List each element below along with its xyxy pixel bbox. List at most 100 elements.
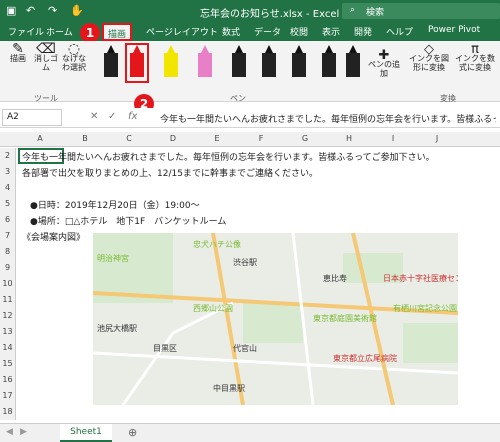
ink-to-shape-button[interactable]: ◇ インクを図形に変換 bbox=[408, 42, 450, 72]
tab-review[interactable]: 校閲 bbox=[290, 25, 308, 38]
map-label: 中目黒駅 bbox=[213, 384, 245, 393]
tab-developer[interactable]: 開発 bbox=[354, 25, 372, 38]
map-label: 代官山 bbox=[233, 344, 257, 353]
tab-file[interactable]: ファイル bbox=[8, 25, 44, 38]
undo-icon[interactable]: ↶ bbox=[26, 4, 35, 17]
cell-a2[interactable]: 今年も一年間たいへんお疲れさまでした。毎年恒例の忘年会を行います。皆様ふるってご… bbox=[22, 150, 435, 163]
eraser-label: 消しゴム bbox=[34, 54, 58, 72]
pen-black-5[interactable] bbox=[322, 45, 336, 77]
tools-group-label: ツール bbox=[34, 94, 58, 103]
row-header[interactable]: 9 bbox=[0, 260, 16, 276]
row-header[interactable]: 13 bbox=[0, 324, 16, 340]
row-header[interactable]: 7 bbox=[0, 228, 16, 244]
row-header[interactable]: 18 bbox=[0, 404, 16, 420]
pen-black-3[interactable] bbox=[262, 45, 276, 77]
lasso-icon: ◌ bbox=[67, 41, 81, 57]
row-header[interactable]: 16 bbox=[0, 372, 16, 388]
ribbon-tabs: ファイル ホーム 描画 ページレイアウト 数式 データ 校閲 表示 開発 ヘルプ… bbox=[0, 22, 500, 41]
annotation-badge-1: 1 bbox=[80, 23, 100, 43]
add-pen-label: ペンの追加 bbox=[368, 60, 400, 78]
plus-icon: ✚ bbox=[378, 48, 390, 63]
shape-icon: ◇ bbox=[424, 42, 434, 57]
col-header[interactable]: J bbox=[416, 134, 458, 143]
map-label: 池尻大橋駅 bbox=[97, 324, 137, 333]
venue-map-image[interactable]: 忠犬ハチ公像 渋谷駅 明治神宮 恵比寿 目黒区 代官山 中目黒駅 池尻大橋駅 西… bbox=[93, 233, 458, 405]
pen-black-6[interactable] bbox=[346, 45, 360, 77]
ink-to-math-button[interactable]: π インクを数式に変換 bbox=[454, 43, 496, 72]
lasso-button[interactable]: ◌ なげなわ選択 bbox=[60, 41, 88, 72]
col-header[interactable]: I bbox=[372, 134, 414, 143]
draw-icon: ✎ bbox=[12, 41, 24, 57]
pen-black-4[interactable] bbox=[292, 45, 306, 77]
tab-home[interactable]: ホーム bbox=[46, 25, 73, 38]
fx-icon[interactable]: fx bbox=[128, 111, 137, 122]
sheet-tab-bar: ◀ ▶ Sheet1 ⊕ bbox=[0, 423, 500, 442]
tab-help[interactable]: ヘルプ bbox=[386, 25, 413, 38]
col-header[interactable]: E bbox=[196, 134, 238, 143]
col-header[interactable]: A bbox=[20, 134, 60, 143]
tab-draw[interactable]: 描画 bbox=[102, 23, 133, 41]
row-header[interactable]: 17 bbox=[0, 388, 16, 404]
row-header[interactable]: 15 bbox=[0, 356, 16, 372]
add-pen-button[interactable]: ✚ ペンの追加 bbox=[368, 48, 400, 78]
col-header[interactable]: C bbox=[108, 134, 150, 143]
ribbon: ✎ 描画 ⌫ 消しゴム ◌ なげなわ選択 ツール ✚ ペンの追加 ペン ◇ イン… bbox=[0, 41, 500, 103]
tab-power-pivot[interactable]: Power Pivot bbox=[428, 25, 480, 35]
ink-to-math-label: インクを数式に変換 bbox=[455, 54, 495, 72]
row-header[interactable]: 11 bbox=[0, 292, 16, 308]
col-header[interactable]: D bbox=[152, 134, 194, 143]
save-icon[interactable]: ▣ bbox=[6, 4, 16, 17]
row-header[interactable]: 3 bbox=[0, 164, 16, 180]
map-label: 恵比寿 bbox=[323, 274, 347, 283]
next-sheet-icon[interactable]: ▶ bbox=[20, 427, 27, 437]
row-header[interactable]: 5 bbox=[0, 196, 16, 212]
col-header[interactable]: B bbox=[64, 134, 106, 143]
prev-sheet-icon[interactable]: ◀ bbox=[6, 427, 13, 437]
row-header[interactable]: 8 bbox=[0, 244, 16, 260]
selected-pen-highlight bbox=[125, 43, 149, 83]
enter-icon[interactable]: ✓ bbox=[108, 111, 116, 122]
tab-data[interactable]: データ bbox=[254, 25, 281, 38]
map-label: 目黒区 bbox=[153, 344, 177, 353]
row-header[interactable]: 12 bbox=[0, 308, 16, 324]
map-label: 日本赤十字社医療センター bbox=[383, 274, 458, 283]
touch-mode-icon[interactable]: ✋ bbox=[70, 4, 84, 17]
name-box[interactable]: A2 bbox=[2, 109, 62, 126]
cell-a6[interactable]: ●場所：□△ホテル 地下1F バンケットルーム bbox=[30, 214, 226, 227]
row-header[interactable]: 6 bbox=[0, 212, 16, 228]
pens-group-label: ペン bbox=[230, 94, 246, 103]
sheet-tab-sheet1[interactable]: Sheet1 bbox=[60, 424, 112, 442]
map-label: 渋谷駅 bbox=[233, 258, 257, 267]
add-sheet-icon[interactable]: ⊕ bbox=[128, 426, 137, 439]
cell-a5[interactable]: ●日時：2019年12月20日（金）19:00～ bbox=[30, 198, 200, 211]
row-header[interactable]: 14 bbox=[0, 340, 16, 356]
tab-view[interactable]: 表示 bbox=[322, 25, 340, 38]
cell-a7[interactable]: 《会場案内図》 bbox=[22, 230, 85, 243]
col-header[interactable]: G bbox=[284, 134, 326, 143]
lasso-label: なげなわ選択 bbox=[62, 54, 86, 72]
formula-bar: A2 ✕ ✓ fx 今年も一年間たいへんお疲れさまでした。毎年恒例の忘年会を行い… bbox=[0, 108, 500, 128]
map-label: 東京都立広尾病院 bbox=[333, 354, 397, 363]
column-headers: A B C D E F G H I J bbox=[0, 132, 500, 147]
row-header[interactable]: 2 bbox=[0, 148, 16, 164]
draw-button[interactable]: ✎ 描画 bbox=[4, 41, 32, 63]
tab-formulas[interactable]: 数式 bbox=[222, 25, 240, 38]
map-label: 忠犬ハチ公像 bbox=[193, 240, 241, 249]
map-label: 有栖川宮記念公園 bbox=[393, 304, 457, 313]
row-header[interactable]: 10 bbox=[0, 276, 16, 292]
pen-black[interactable] bbox=[104, 45, 118, 77]
search-box[interactable]: ⌕ 検索 bbox=[342, 3, 500, 19]
redo-icon[interactable]: ↷ bbox=[48, 4, 57, 17]
formula-input[interactable]: 今年も一年間たいへんお疲れさまでした。毎年恒例の忘年会を行います。皆様ふるって bbox=[160, 112, 496, 125]
row-header[interactable]: 4 bbox=[0, 180, 16, 196]
col-header[interactable]: H bbox=[328, 134, 370, 143]
highlighter-pink[interactable] bbox=[198, 45, 212, 77]
highlighter-yellow[interactable] bbox=[164, 45, 178, 77]
pen-black-2[interactable] bbox=[232, 45, 246, 77]
tab-page-layout[interactable]: ページレイアウト bbox=[146, 25, 218, 38]
cell-a3[interactable]: 各部署で出欠を取りまとめの上、12/15までに幹事までご連絡ください。 bbox=[22, 166, 318, 179]
cancel-icon[interactable]: ✕ bbox=[90, 111, 98, 122]
col-header[interactable]: F bbox=[240, 134, 282, 143]
map-label: 西郷山公園 bbox=[193, 304, 233, 313]
eraser-button[interactable]: ⌫ 消しゴム bbox=[33, 42, 59, 72]
